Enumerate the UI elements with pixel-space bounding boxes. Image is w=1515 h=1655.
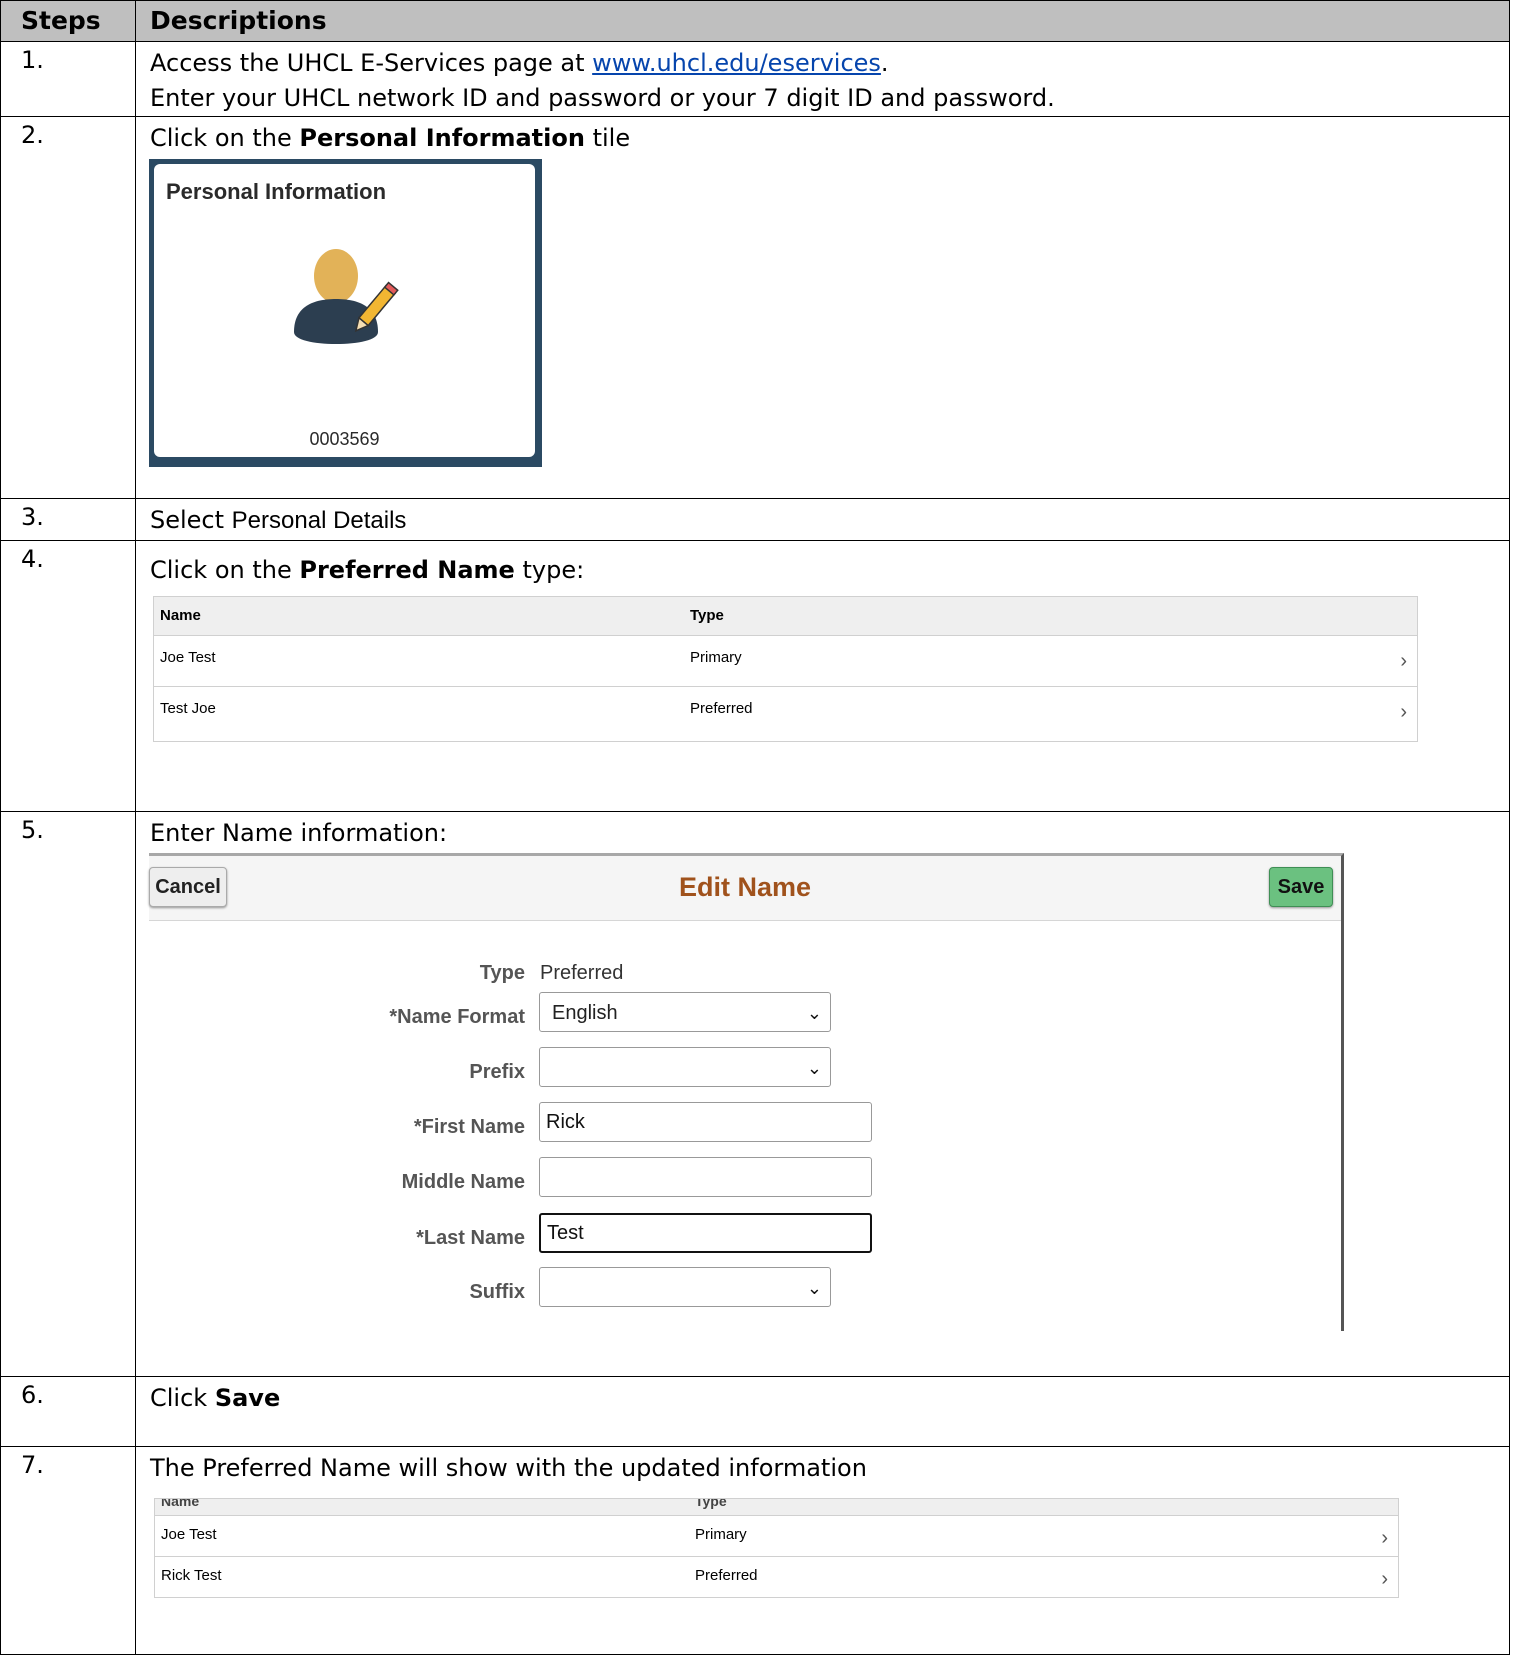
step-description: Click on the Preferred Name type: Name T… <box>135 540 1510 812</box>
suffix-select[interactable]: ⌄ <box>539 1267 831 1307</box>
name-format-select[interactable]: English ⌄ <box>539 992 831 1032</box>
first-name-row: *First Name Rick <box>149 1102 909 1144</box>
type-column-header: Type <box>690 607 724 624</box>
name-column-header: Name <box>161 1499 200 1509</box>
middle-name-label: Middle Name <box>401 1171 525 1193</box>
prefix-select[interactable]: ⌄ <box>539 1047 831 1087</box>
steps-header: Steps <box>0 0 136 42</box>
person-edit-icon <box>294 249 399 344</box>
step-number: 3. <box>0 498 136 541</box>
chevron-right-icon: › <box>1400 701 1407 723</box>
name-row-preferred[interactable]: Test Joe Preferred › <box>154 687 1417 737</box>
prefix-row: Prefix ⌄ <box>149 1047 909 1089</box>
step-bold-text: Preferred Name <box>299 556 515 584</box>
chevron-down-icon: ⌄ <box>806 1278 822 1298</box>
tile-body: Personal Information 0003569 <box>154 164 535 457</box>
step-description: Access the UHCL E-Services page at www.u… <box>135 41 1510 117</box>
type-cell: Preferred <box>690 700 753 717</box>
eservices-link[interactable]: www.uhcl.edu/eservices <box>592 49 881 77</box>
name-cell: Test Joe <box>160 700 216 717</box>
chevron-right-icon: › <box>1400 650 1407 672</box>
grid-header: Name Type <box>154 597 1417 636</box>
updated-names-grid: Name Type Joe Test Primary › Rick Test P… <box>154 1498 1399 1598</box>
step-number: 4. <box>0 540 136 812</box>
step-row-7: 7. The Preferred Name will show with the… <box>0 1446 1510 1655</box>
prefix-label: Prefix <box>469 1061 525 1083</box>
edit-name-panel: Cancel Edit Name Save Type Preferred *Na… <box>149 853 1344 1331</box>
step-description: Enter Name information: Cancel Edit Name… <box>135 811 1510 1377</box>
step-text: type: <box>514 556 585 584</box>
suffix-row: Suffix ⌄ <box>149 1267 909 1309</box>
step-row-1: 1. Access the UHCL E-Services page at ww… <box>0 41 1510 117</box>
edit-name-header: Cancel Edit Name Save <box>149 856 1341 921</box>
step-description: Click on the Personal Information tile P… <box>135 116 1510 499</box>
step-text: The Preferred Name will show with the up… <box>150 1454 867 1482</box>
step-description: Click Save <box>135 1376 1510 1447</box>
middle-name-input[interactable] <box>539 1157 872 1197</box>
edit-name-title: Edit Name <box>678 872 812 902</box>
type-cell: Preferred <box>695 1567 758 1584</box>
step-number: 1. <box>0 41 136 117</box>
step-text: Click <box>150 1384 215 1412</box>
step-bold-text: Personal Information <box>299 124 585 152</box>
chevron-down-icon: ⌄ <box>806 1058 822 1078</box>
type-cell: Primary <box>695 1526 747 1543</box>
step-text: Click on the <box>150 556 300 584</box>
step-row-4: 4. Click on the Preferred Name type: Nam… <box>0 540 1510 812</box>
step-row-2: 2. Click on the Personal Information til… <box>0 116 1510 499</box>
tile-number: 0003569 <box>309 429 380 449</box>
step-description: Select Personal Details <box>135 498 1510 541</box>
step-number: 2. <box>0 116 136 499</box>
step-number: 6. <box>0 1376 136 1447</box>
names-grid: Name Type Joe Test Primary › Test Joe Pr… <box>153 596 1418 742</box>
descriptions-header: Descriptions <box>135 0 1510 42</box>
chevron-right-icon: › <box>1381 1527 1388 1549</box>
tile-title: Personal Information <box>166 179 387 204</box>
chevron-down-icon: ⌄ <box>806 1003 822 1023</box>
first-name-input[interactable]: Rick <box>539 1102 872 1142</box>
personal-information-tile[interactable]: Personal Information 0003569 <box>149 159 542 467</box>
name-row-primary[interactable]: Joe Test Primary › <box>155 1516 1398 1557</box>
type-cell: Primary <box>690 649 742 666</box>
step-row-3: 3. Select Personal Details <box>0 498 1510 541</box>
last-name-row: *Last Name Test <box>149 1213 909 1255</box>
last-name-label: *Last Name <box>416 1227 525 1249</box>
first-name-label: *First Name <box>413 1116 525 1138</box>
name-format-value: English <box>552 1002 618 1024</box>
step-text: Enter Name information: <box>150 819 448 847</box>
step-text: Enter your UHCL network ID and password … <box>150 84 1055 112</box>
step-text: tile <box>584 124 631 152</box>
name-cell: Joe Test <box>160 649 216 666</box>
name-row-preferred[interactable]: Rick Test Preferred › <box>155 1557 1398 1597</box>
step-bold-text: Save <box>214 1384 281 1412</box>
step-row-5: 5. Enter Name information: Cancel Edit N… <box>0 811 1510 1377</box>
step-text: . <box>880 49 889 77</box>
last-name-input[interactable]: Test <box>539 1213 872 1253</box>
step-description: The Preferred Name will show with the up… <box>135 1446 1510 1655</box>
step-text: Click on the <box>150 124 300 152</box>
chevron-right-icon: › <box>1381 1568 1388 1590</box>
step-text: Select <box>150 506 232 534</box>
type-label: Type <box>479 962 525 984</box>
type-row: Type Preferred <box>149 948 909 990</box>
save-button[interactable]: Save <box>1269 867 1333 907</box>
step-text: Access the UHCL E-Services page at <box>150 49 593 77</box>
step-number: 5. <box>0 811 136 1377</box>
type-value: Preferred <box>540 962 624 984</box>
name-format-label: *Name Format <box>389 1006 525 1028</box>
name-column-header: Name <box>160 607 201 624</box>
middle-name-row: Middle Name <box>149 1157 909 1199</box>
type-column-header: Type <box>695 1499 727 1509</box>
name-cell: Joe Test <box>161 1526 217 1543</box>
suffix-label: Suffix <box>469 1281 525 1303</box>
step-number: 7. <box>0 1446 136 1655</box>
name-row-primary[interactable]: Joe Test Primary › <box>154 636 1417 687</box>
instructions-table: Steps Descriptions 1. Access the UHCL E-… <box>0 0 1510 1655</box>
step-bold-text: Personal Details <box>231 507 407 534</box>
name-format-row: *Name Format English ⌄ <box>149 992 909 1034</box>
grid-header: Name Type <box>155 1499 1398 1516</box>
step-row-6: 6. Click Save <box>0 1376 1510 1447</box>
name-cell: Rick Test <box>161 1567 222 1584</box>
